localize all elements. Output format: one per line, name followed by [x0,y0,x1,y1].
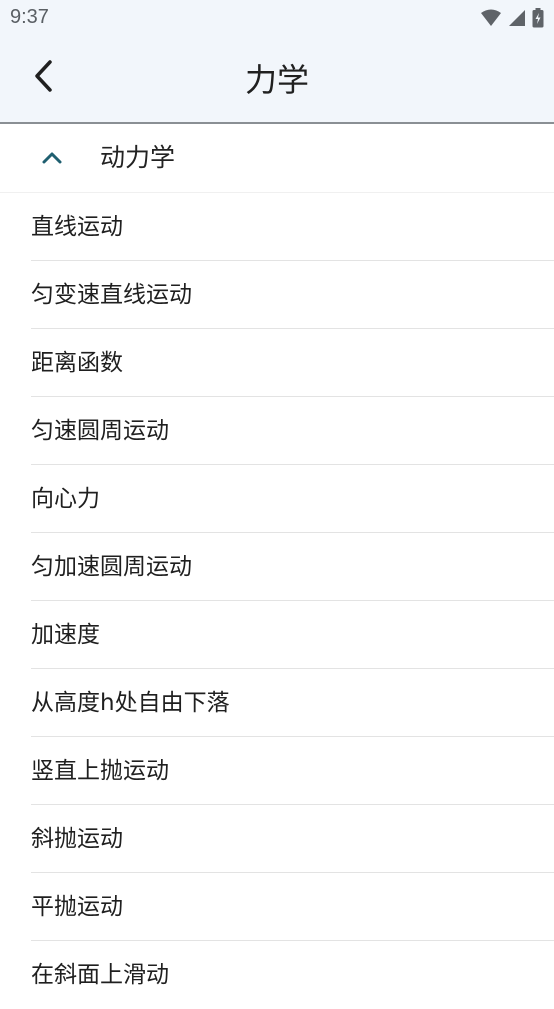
page-title: 力学 [244,61,309,99]
status-bar: 9:37 [0,0,554,38]
list-item[interactable]: 从高度h处自由下落 [31,669,554,737]
top-area: 9:37 力学 [0,0,554,124]
list-item[interactable]: 在斜面上滑动 [31,941,554,1009]
section-label: 动力学 [100,143,176,172]
chevron-up-icon [40,146,64,170]
list-item[interactable]: 匀变速直线运动 [31,261,554,329]
status-icons [480,8,544,32]
list-item[interactable]: 距离函数 [31,329,554,397]
battery-icon [532,8,544,32]
app-bar: 力学 [0,38,554,124]
list-item[interactable]: 加速度 [31,601,554,669]
list-item[interactable]: 向心力 [31,465,554,533]
wifi-icon [480,9,502,31]
status-time: 9:37 [10,6,49,28]
signal-icon [508,9,526,31]
topic-list: 直线运动 匀变速直线运动 距离函数 匀速圆周运动 向心力 匀加速圆周运动 加速度… [0,193,554,1009]
list-item[interactable]: 匀速圆周运动 [31,397,554,465]
list-item[interactable]: 竖直上抛运动 [31,737,554,805]
list-item[interactable]: 匀加速圆周运动 [31,533,554,601]
list-item[interactable]: 直线运动 [31,193,554,261]
list-item[interactable]: 平抛运动 [31,873,554,941]
list-item[interactable]: 斜抛运动 [31,805,554,873]
section-header-dynamics[interactable]: 动力学 [0,124,554,193]
